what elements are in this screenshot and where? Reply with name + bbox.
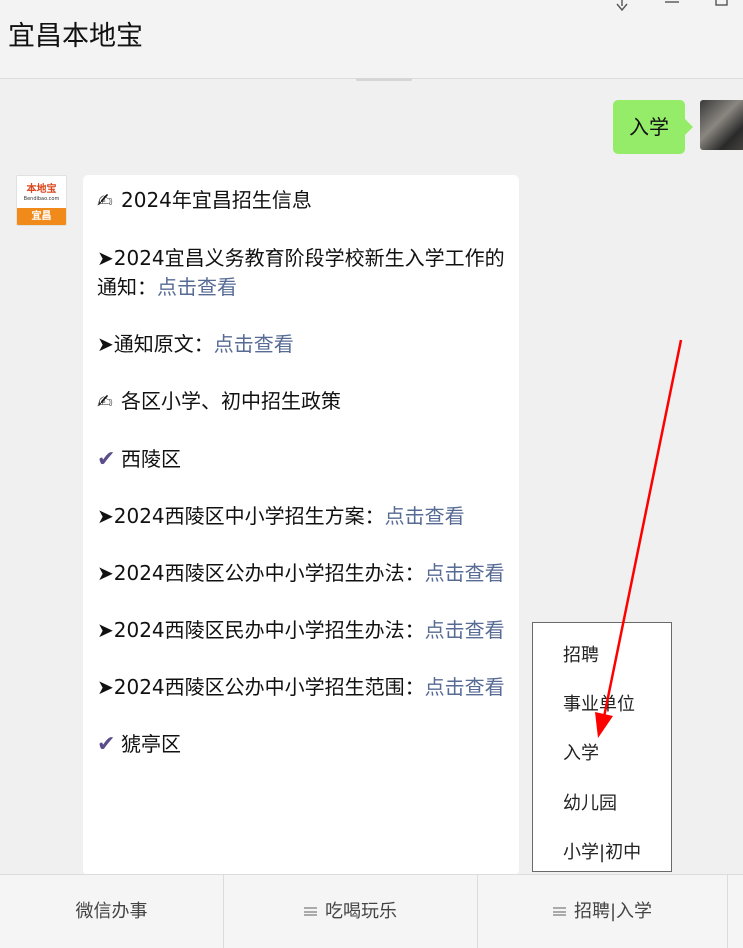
message-line: ✔ 西陵区 — [97, 445, 507, 474]
bottom-tab-label: 吃喝玩乐 — [325, 901, 397, 922]
district-heading: 西陵区 — [121, 447, 181, 471]
menu-item-public-institution[interactable]: 事业单位 — [563, 690, 635, 716]
message-line: ➤2024宜昌义务教育阶段学校新生入学工作的通知：点击查看 — [97, 244, 507, 302]
menu-item-primary-middle[interactable]: 小学|初中 — [563, 838, 641, 864]
view-link[interactable]: 点击查看 — [157, 275, 237, 299]
minimize-icon[interactable] — [663, 0, 681, 14]
bot-message-bubble: ✍ 2024年宜昌招生信息 ➤2024宜昌义务教育阶段学校新生入学工作的通知：点击… — [83, 175, 519, 875]
bottom-tab-wechat-services[interactable]: 微信办事 — [0, 875, 224, 948]
view-link[interactable]: 点击查看 — [425, 675, 505, 699]
message-line: ➤通知原文：点击查看 — [97, 330, 507, 359]
pin-icon[interactable] — [613, 0, 631, 14]
menu-item-recruitment[interactable]: 招聘 — [563, 641, 599, 667]
writing-hand-icon: ✍ — [97, 190, 113, 212]
view-link[interactable]: 点击查看 — [385, 504, 465, 528]
menu-item-kindergarten[interactable]: 幼儿园 — [563, 789, 617, 815]
avatar-logo-text: 本地宝 — [26, 184, 57, 195]
check-mark-icon: ✔ — [97, 447, 116, 472]
section-heading: 2024年宜昌招生信息 — [121, 188, 312, 212]
writing-hand-icon: ✍ — [97, 391, 113, 413]
menu-icon — [552, 906, 566, 916]
message-line: ➤2024西陵区公办中小学招生办法：点击查看 — [97, 559, 507, 588]
view-link[interactable]: 点击查看 — [425, 561, 505, 585]
user-message-bubble: 入学 — [613, 100, 693, 154]
chat-title: 宜昌本地宝 — [8, 21, 143, 52]
avatar-logo-domain: Bendibao.com — [23, 196, 60, 202]
avatar-logo-city: 宜昌 — [17, 208, 66, 225]
chat-header: 宜昌本地宝 — [0, 0, 743, 79]
item-text: ➤通知原文： — [97, 332, 214, 356]
menu-item-enrollment[interactable]: 入学 — [563, 739, 599, 765]
message-line: ➤2024西陵区公办中小学招生范围：点击查看 — [97, 673, 507, 702]
view-link[interactable]: 点击查看 — [425, 618, 505, 642]
section-heading: 各区小学、初中招生政策 — [121, 389, 341, 413]
item-text: ➤2024西陵区中小学招生方案： — [97, 504, 385, 528]
check-mark-icon: ✔ — [97, 732, 116, 757]
bottom-tab-label: 微信办事 — [75, 901, 148, 922]
popup-menu: 招聘 事业单位 入学 幼儿园 小学|初中 — [532, 622, 672, 872]
item-text: ➤2024西陵区公办中小学招生办法： — [97, 561, 425, 585]
message-line: ✍ 各区小学、初中招生政策 — [97, 387, 507, 417]
view-link[interactable]: 点击查看 — [214, 332, 294, 356]
item-text: ➤2024西陵区民办中小学招生办法： — [97, 618, 425, 642]
bot-avatar[interactable]: 本地宝 Bendibao.com 宜昌 — [16, 175, 67, 226]
scroll-indicator — [356, 78, 412, 81]
message-line: ➤2024西陵区中小学招生方案：点击查看 — [97, 502, 507, 531]
bottom-tab-jobs-enrollment[interactable]: 招聘|入学 — [478, 875, 728, 948]
message-line: ✍ 2024年宜昌招生信息 — [97, 186, 507, 216]
bottom-menu-bar: 微信办事 吃喝玩乐 招聘|入学 — [0, 874, 743, 948]
district-heading: 猇亭区 — [121, 732, 181, 756]
message-line: ➤2024西陵区民办中小学招生办法：点击查看 — [97, 616, 507, 645]
item-text: ➤2024西陵区公办中小学招生范围： — [97, 675, 425, 699]
bottom-tab-food-fun[interactable]: 吃喝玩乐 — [224, 875, 478, 948]
maximize-icon[interactable] — [713, 0, 731, 14]
bottom-tab-label: 招聘|入学 — [573, 901, 653, 922]
user-avatar[interactable] — [700, 100, 743, 150]
menu-icon — [304, 906, 317, 916]
message-line: ✔ 猇亭区 — [97, 730, 507, 759]
